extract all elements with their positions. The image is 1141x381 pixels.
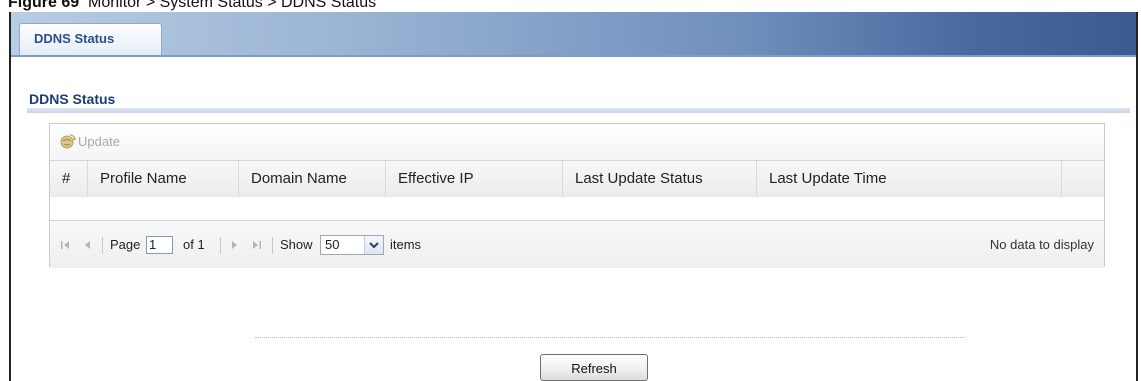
- first-page-button[interactable]: [58, 221, 72, 268]
- figure-caption-text: Monitor > System Status > DDNS Status: [88, 0, 377, 11]
- update-globe-icon: [60, 134, 76, 149]
- table-header: # Profile Name Domain Name Effective IP …: [50, 160, 1104, 198]
- pager-divider: [220, 237, 221, 254]
- column-header-last-update-status[interactable]: Last Update Status: [563, 161, 757, 197]
- tab-bar: DDNS Status: [11, 12, 1136, 57]
- items-label: items: [390, 237, 422, 252]
- column-header-index[interactable]: #: [50, 161, 88, 197]
- refresh-button[interactable]: Refresh: [540, 354, 648, 381]
- tab-ddns-status[interactable]: DDNS Status: [19, 23, 162, 55]
- next-page-icon: [232, 240, 237, 249]
- previous-page-button[interactable]: [80, 221, 94, 268]
- empty-message: No data to display: [989, 237, 1094, 252]
- page-size-select-wrapper: 50: [320, 221, 384, 268]
- chevron-down-icon: [364, 235, 383, 254]
- previous-page-icon: [85, 240, 90, 249]
- column-header-last-update-time[interactable]: Last Update Time: [757, 161, 1062, 197]
- page-count-label: of 1: [183, 237, 205, 252]
- section-title: DDNS Status: [29, 91, 116, 107]
- last-page-button[interactable]: [250, 221, 264, 268]
- last-page-icon: [253, 240, 261, 249]
- footer-divider: [255, 337, 965, 338]
- next-page-button[interactable]: [228, 221, 242, 268]
- figure-caption: Figure 69 Monitor > System Status > DDNS…: [8, 0, 376, 12]
- page-size-select[interactable]: 50: [320, 234, 384, 255]
- pagination-bar: Page of 1 Show 50: [50, 220, 1104, 268]
- pager-divider: [102, 237, 103, 254]
- column-header-domain-name[interactable]: Domain Name: [239, 161, 386, 197]
- column-header-filler: [1062, 161, 1104, 197]
- column-header-profile-name[interactable]: Profile Name: [88, 161, 239, 197]
- first-page-icon: [61, 240, 69, 249]
- update-button-label: Update: [78, 133, 120, 149]
- figure-label: Figure 69: [8, 0, 80, 11]
- section-divider: [27, 108, 1130, 113]
- page-number-input[interactable]: [146, 235, 173, 254]
- page-label: Page: [110, 237, 141, 252]
- column-header-effective-ip[interactable]: Effective IP: [386, 161, 563, 197]
- grid-toolbar: Update: [50, 124, 1104, 161]
- ddns-status-window: DDNS Status DDNS Status Update # Profile…: [9, 12, 1138, 381]
- pager-divider: [272, 237, 273, 254]
- table-body: [50, 197, 1104, 220]
- page-size-value: 50: [325, 237, 340, 252]
- show-label: Show: [280, 237, 313, 252]
- page-input-wrapper: [146, 221, 173, 268]
- update-button[interactable]: Update: [59, 132, 120, 150]
- ddns-status-grid: Update # Profile Name Domain Name Effect…: [49, 123, 1105, 268]
